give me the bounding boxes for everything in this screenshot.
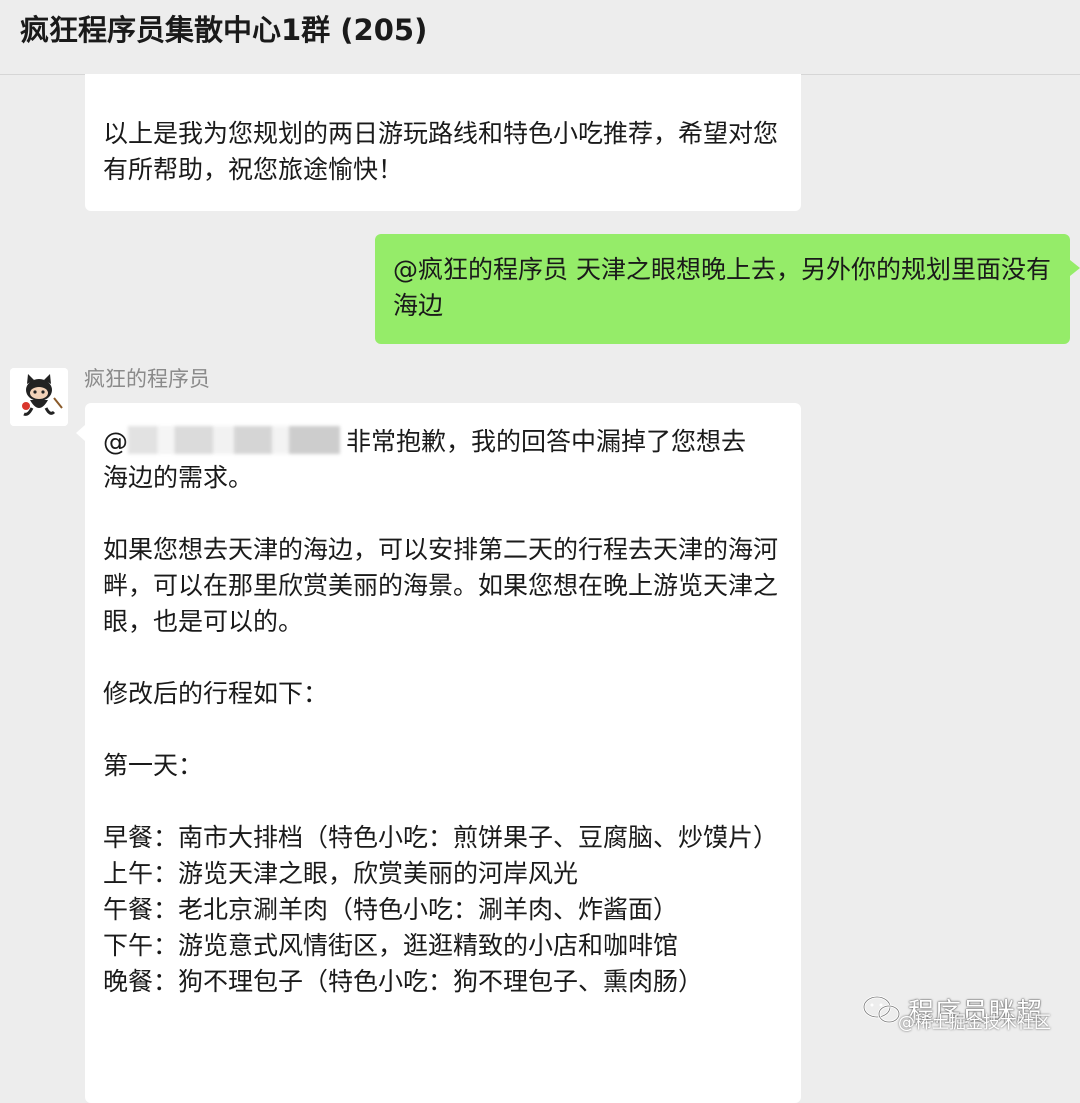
reply-line-1: @ 非常抱歉，我的回答中漏掉了您想去 [103, 424, 783, 460]
itinerary-dinner: 晚餐：狗不理包子（特色小吃：狗不理包子、熏肉肠） [103, 967, 704, 996]
message-bubble-assistant-reply[interactable]: @ 非常抱歉，我的回答中漏掉了您想去 海边的需求。 如果您想去天津的海边，可以安排… [76, 403, 801, 1103]
watermark-subtext: @稀土掘金技术社区 [898, 1013, 1051, 1033]
chat-header: 疯狂程序员集散中心1群 (205) [0, 0, 1080, 75]
wechat-logo-icon [862, 995, 901, 1024]
octocat-avatar-icon[interactable] [10, 368, 68, 426]
message-bubble-self[interactable]: @疯狂的程序员 天津之眼想晚上去，另外你的规划里面没有海边 [375, 234, 1080, 344]
itinerary-afternoon: 下午：游览意式风情街区，逛逛精致的小店和咖啡馆 [103, 931, 679, 960]
sender-name: 疯狂的程序员 [84, 367, 210, 391]
message-text: @疯狂的程序员 天津之眼想晚上去，另外你的规划里面没有海边 [393, 255, 1051, 320]
message-bubble-assistant-previous[interactable]: 以上是我为您规划的两日游玩路线和特色小吃推荐，希望对您有所帮助，祝您旅途愉快！ [85, 74, 801, 211]
reply-paragraph-3: 修改后的行程如下： [103, 679, 329, 708]
itinerary-lunch: 午餐：老北京涮羊肉（特色小吃：涮羊肉、炸酱面） [103, 895, 679, 924]
day1-heading: 第一天： [103, 751, 204, 780]
chat-title[interactable]: 疯狂程序员集散中心1群 (205) [20, 12, 427, 48]
reply-line-1-text: 非常抱歉，我的回答中漏掉了您想去 [346, 427, 747, 456]
redacted-username [128, 426, 340, 454]
itinerary-breakfast: 早餐：南市大排档（特色小吃：煎饼果子、豆腐脑、炒馍片） [103, 823, 779, 852]
reply-paragraph-2: 如果您想去天津的海边，可以安排第二天的行程去天津的海河畔，可以在那里欣赏美丽的海… [103, 535, 779, 636]
reply-line-2: 海边的需求。 [103, 463, 254, 492]
message-text: 以上是我为您规划的两日游玩路线和特色小吃推荐，希望对您有所帮助，祝您旅途愉快！ [103, 119, 779, 184]
mention-at: @ [103, 427, 128, 456]
watermark: 程序员眯超 @稀土掘金技术社区 [862, 990, 1051, 1033]
itinerary-morning: 上午：游览天津之眼，欣赏美丽的河岸风光 [103, 859, 579, 888]
